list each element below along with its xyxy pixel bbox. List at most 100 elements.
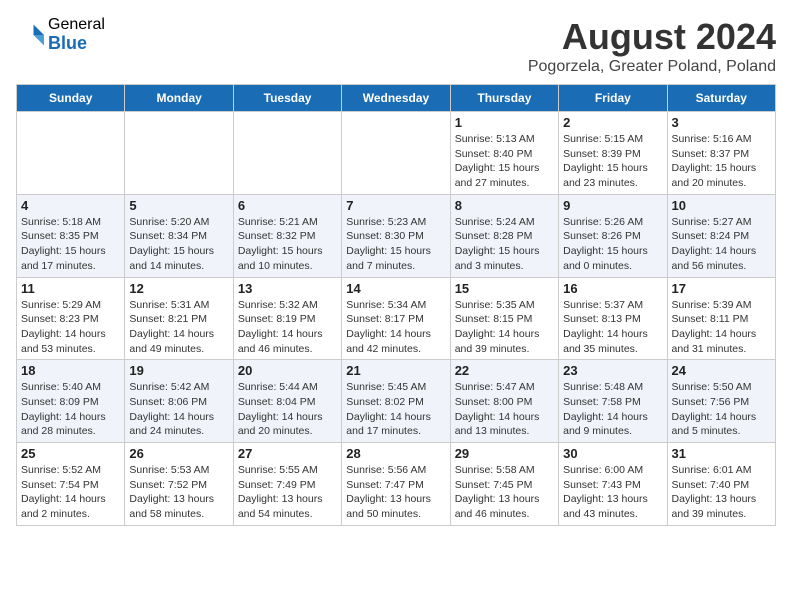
- cell-date-number: 5: [129, 198, 228, 213]
- cell-info: Sunrise: 5:42 AMSunset: 8:06 PMDaylight:…: [129, 380, 228, 439]
- logo-text: General Blue: [48, 16, 105, 53]
- table-cell: 23Sunrise: 5:48 AMSunset: 7:58 PMDayligh…: [559, 360, 667, 443]
- cell-date-number: 8: [455, 198, 554, 213]
- cell-info: Sunrise: 5:34 AMSunset: 8:17 PMDaylight:…: [346, 298, 445, 357]
- week-row-5: 25Sunrise: 5:52 AMSunset: 7:54 PMDayligh…: [17, 443, 776, 526]
- cell-info: Sunrise: 5:23 AMSunset: 8:30 PMDaylight:…: [346, 215, 445, 274]
- cell-date-number: 12: [129, 281, 228, 296]
- cell-info: Sunrise: 5:26 AMSunset: 8:26 PMDaylight:…: [563, 215, 662, 274]
- cell-date-number: 3: [672, 115, 771, 130]
- table-cell: 9 Sunrise: 5:26 AMSunset: 8:26 PMDaylight…: [559, 194, 667, 277]
- col-tuesday: Tuesday: [233, 85, 341, 112]
- logo-general: General: [48, 16, 105, 34]
- table-cell: 26Sunrise: 5:53 AMSunset: 7:52 PMDayligh…: [125, 443, 233, 526]
- table-cell: [17, 112, 125, 195]
- cell-date-number: 10: [672, 198, 771, 213]
- week-row-2: 4Sunrise: 5:18 AMSunset: 8:35 PMDaylight…: [17, 194, 776, 277]
- table-cell: 18 Sunrise: 5:40 AMSunset: 8:09 PMDayligh…: [17, 360, 125, 443]
- table-cell: [125, 112, 233, 195]
- table-cell: 1 Sunrise: 5:13 AMSunset: 8:40 PMDaylight…: [450, 112, 558, 195]
- calendar-table: Sunday Monday Tuesday Wednesday Thursday…: [16, 84, 776, 526]
- cell-date-number: 17: [672, 281, 771, 296]
- cell-date-number: 21: [346, 363, 445, 378]
- table-cell: 22Sunrise: 5:47 AMSunset: 8:00 PMDayligh…: [450, 360, 558, 443]
- cell-info: Sunrise: 5:18 AMSunset: 8:35 PMDaylight:…: [21, 215, 120, 274]
- cell-info: Sunrise: 5:31 AMSunset: 8:21 PMDaylight:…: [129, 298, 228, 357]
- table-cell: 28 Sunrise: 5:56 AMSunset: 7:47 PMDayligh…: [342, 443, 450, 526]
- cell-date-number: 13: [238, 281, 337, 296]
- cell-info: Sunrise: 5:21 AMSunset: 8:32 PMDaylight:…: [238, 215, 337, 274]
- table-cell: 29 Sunrise: 5:58 AMSunset: 7:45 PMDayligh…: [450, 443, 558, 526]
- table-cell: 17 Sunrise: 5:39 AMSunset: 8:11 PMDayligh…: [667, 277, 775, 360]
- table-cell: 24 Sunrise: 5:50 AMSunset: 7:56 PMDayligh…: [667, 360, 775, 443]
- cell-date-number: 7: [346, 198, 445, 213]
- cell-info: Sunrise: 5:13 AMSunset: 8:40 PMDaylight:…: [455, 132, 554, 191]
- table-cell: 19 Sunrise: 5:42 AMSunset: 8:06 PMDayligh…: [125, 360, 233, 443]
- cell-date-number: 14: [346, 281, 445, 296]
- cell-date-number: 18: [21, 363, 120, 378]
- table-cell: 3Sunrise: 5:16 AMSunset: 8:37 PMDaylight…: [667, 112, 775, 195]
- table-cell: 13 Sunrise: 5:32 AMSunset: 8:19 PMDayligh…: [233, 277, 341, 360]
- table-cell: 14 Sunrise: 5:34 AMSunset: 8:17 PMDayligh…: [342, 277, 450, 360]
- cell-date-number: 1: [455, 115, 554, 130]
- cell-date-number: 24: [672, 363, 771, 378]
- cell-info: Sunrise: 5:56 AMSunset: 7:47 PMDaylight:…: [346, 463, 445, 522]
- cell-info: Sunrise: 5:32 AMSunset: 8:19 PMDaylight:…: [238, 298, 337, 357]
- cell-info: Sunrise: 5:58 AMSunset: 7:45 PMDaylight:…: [455, 463, 554, 522]
- cell-info: Sunrise: 5:20 AMSunset: 8:34 PMDaylight:…: [129, 215, 228, 274]
- cell-date-number: 15: [455, 281, 554, 296]
- cell-date-number: 11: [21, 281, 120, 296]
- cell-info: Sunrise: 5:37 AMSunset: 8:13 PMDaylight:…: [563, 298, 662, 357]
- table-cell: 7 Sunrise: 5:23 AMSunset: 8:30 PMDaylight…: [342, 194, 450, 277]
- table-cell: 30 Sunrise: 6:00 AMSunset: 7:43 PMDayligh…: [559, 443, 667, 526]
- col-saturday: Saturday: [667, 85, 775, 112]
- table-cell: 31Sunrise: 6:01 AMSunset: 7:40 PMDayligh…: [667, 443, 775, 526]
- table-cell: 5 Sunrise: 5:20 AMSunset: 8:34 PMDaylight…: [125, 194, 233, 277]
- page-header: General Blue August 2024 Pogorzela, Grea…: [16, 16, 776, 76]
- col-wednesday: Wednesday: [342, 85, 450, 112]
- main-title: August 2024: [528, 16, 776, 58]
- table-cell: 6Sunrise: 5:21 AMSunset: 8:32 PMDaylight…: [233, 194, 341, 277]
- logo-icon: [16, 21, 44, 49]
- table-cell: 11 Sunrise: 5:29 AMSunset: 8:23 PMDayligh…: [17, 277, 125, 360]
- cell-info: Sunrise: 5:44 AMSunset: 8:04 PMDaylight:…: [238, 380, 337, 439]
- cell-date-number: 29: [455, 446, 554, 461]
- cell-info: Sunrise: 6:00 AMSunset: 7:43 PMDaylight:…: [563, 463, 662, 522]
- table-cell: 15 Sunrise: 5:35 AMSunset: 8:15 PMDayligh…: [450, 277, 558, 360]
- cell-date-number: 9: [563, 198, 662, 213]
- logo: General Blue: [16, 16, 105, 53]
- week-row-4: 18 Sunrise: 5:40 AMSunset: 8:09 PMDayligh…: [17, 360, 776, 443]
- cell-info: Sunrise: 5:15 AMSunset: 8:39 PMDaylight:…: [563, 132, 662, 191]
- cell-info: Sunrise: 5:40 AMSunset: 8:09 PMDaylight:…: [21, 380, 120, 439]
- cell-date-number: 16: [563, 281, 662, 296]
- cell-info: Sunrise: 5:35 AMSunset: 8:15 PMDaylight:…: [455, 298, 554, 357]
- table-cell: 2Sunrise: 5:15 AMSunset: 8:39 PMDaylight…: [559, 112, 667, 195]
- cell-info: Sunrise: 5:50 AMSunset: 7:56 PMDaylight:…: [672, 380, 771, 439]
- col-sunday: Sunday: [17, 85, 125, 112]
- col-friday: Friday: [559, 85, 667, 112]
- cell-date-number: 30: [563, 446, 662, 461]
- cell-info: Sunrise: 6:01 AMSunset: 7:40 PMDaylight:…: [672, 463, 771, 522]
- table-cell: 27Sunrise: 5:55 AMSunset: 7:49 PMDayligh…: [233, 443, 341, 526]
- cell-date-number: 22: [455, 363, 554, 378]
- week-row-3: 11 Sunrise: 5:29 AMSunset: 8:23 PMDayligh…: [17, 277, 776, 360]
- cell-info: Sunrise: 5:53 AMSunset: 7:52 PMDaylight:…: [129, 463, 228, 522]
- table-cell: 10 Sunrise: 5:27 AMSunset: 8:24 PMDayligh…: [667, 194, 775, 277]
- table-cell: 8 Sunrise: 5:24 AMSunset: 8:28 PMDaylight…: [450, 194, 558, 277]
- logo-blue: Blue: [48, 34, 105, 54]
- table-cell: 21Sunrise: 5:45 AMSunset: 8:02 PMDayligh…: [342, 360, 450, 443]
- cell-info: Sunrise: 5:27 AMSunset: 8:24 PMDaylight:…: [672, 215, 771, 274]
- title-block: August 2024 Pogorzela, Greater Poland, P…: [528, 16, 776, 76]
- cell-info: Sunrise: 5:29 AMSunset: 8:23 PMDaylight:…: [21, 298, 120, 357]
- subtitle: Pogorzela, Greater Poland, Poland: [528, 58, 776, 76]
- cell-date-number: 19: [129, 363, 228, 378]
- table-cell: 12 Sunrise: 5:31 AMSunset: 8:21 PMDayligh…: [125, 277, 233, 360]
- table-cell: 20Sunrise: 5:44 AMSunset: 8:04 PMDayligh…: [233, 360, 341, 443]
- table-cell: 25Sunrise: 5:52 AMSunset: 7:54 PMDayligh…: [17, 443, 125, 526]
- col-monday: Monday: [125, 85, 233, 112]
- cell-date-number: 25: [21, 446, 120, 461]
- cell-info: Sunrise: 5:55 AMSunset: 7:49 PMDaylight:…: [238, 463, 337, 522]
- cell-info: Sunrise: 5:24 AMSunset: 8:28 PMDaylight:…: [455, 215, 554, 274]
- cell-date-number: 28: [346, 446, 445, 461]
- cell-info: Sunrise: 5:39 AMSunset: 8:11 PMDaylight:…: [672, 298, 771, 357]
